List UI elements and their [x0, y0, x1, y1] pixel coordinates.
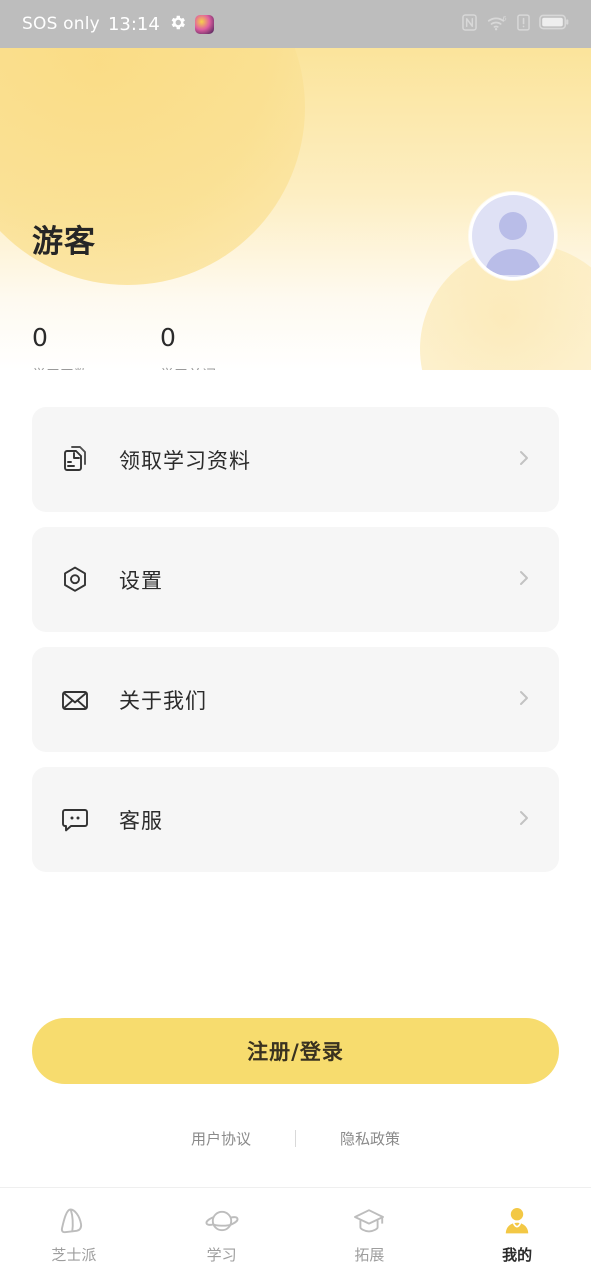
tab-mine[interactable]: 我的 [443, 1203, 591, 1265]
chevron-right-icon [514, 808, 534, 832]
tab-expand[interactable]: 拓展 [296, 1203, 444, 1265]
menu-item-label: 客服 [119, 808, 163, 833]
status-bar-right: 6 [462, 13, 569, 35]
user-agreement-link[interactable]: 用户协议 [191, 1128, 251, 1149]
avatar[interactable] [469, 192, 557, 280]
tab-label: 芝士派 [51, 1246, 97, 1264]
profile-screen: SOS only 13:14 6 游客 0 0 领取学习资料 设置 关于我们 客… [0, 0, 591, 1280]
person-icon [500, 1203, 534, 1237]
documents-icon [57, 442, 93, 478]
carrier-label: SOS only [22, 14, 100, 34]
gear-icon [168, 13, 187, 36]
stat-label: 学习单词 [160, 365, 288, 370]
menu-item-study-materials[interactable]: 领取学习资料 [32, 407, 559, 512]
bottom-navigation: 芝士派 学习 拓展 我的 [0, 1187, 591, 1280]
clock-label: 13:14 [107, 13, 160, 35]
menu-item-label: 领取学习资料 [119, 448, 251, 473]
stat-value: 0 [160, 323, 176, 352]
menu-item-label: 关于我们 [119, 688, 207, 713]
nfc-icon [462, 13, 477, 35]
stat-label: 学习天数 [32, 365, 160, 370]
envelope-icon [57, 682, 93, 718]
tab-label: 拓展 [354, 1246, 385, 1264]
graduation-cap-icon [352, 1203, 386, 1237]
wifi-6-icon: 6 [486, 14, 508, 35]
stat-value: 0 [32, 323, 48, 352]
menu-item-label: 设置 [119, 568, 163, 593]
svg-text:6: 6 [503, 14, 507, 22]
menu-item-settings[interactable]: 设置 [32, 527, 559, 632]
battery-icon [539, 14, 569, 34]
stat-study-words: 0 学习单词 [160, 322, 288, 370]
register-login-button[interactable]: 注册/登录 [32, 1018, 559, 1084]
legal-links: 用户协议 隐私政策 [0, 1128, 591, 1149]
chat-bubble-icon [57, 802, 93, 838]
settings-hexagon-icon [57, 562, 93, 598]
stats-row: 0 学习天数 0 学习单词 [32, 322, 288, 370]
cheese-wedge-icon [57, 1203, 91, 1237]
legal-divider [295, 1130, 296, 1147]
tab-label: 我的 [502, 1246, 533, 1264]
status-bar-left: SOS only 13:14 [22, 13, 214, 36]
menu-list: 领取学习资料 设置 关于我们 客服 [32, 407, 559, 887]
tab-study[interactable]: 学习 [148, 1203, 296, 1265]
avatar-person-icon [485, 212, 541, 275]
status-bar: SOS only 13:14 6 [0, 0, 591, 48]
stat-study-days: 0 学习天数 [32, 322, 160, 370]
app-badge-icon [194, 14, 214, 34]
menu-item-customer-service[interactable]: 客服 [32, 767, 559, 872]
chevron-right-icon [514, 688, 534, 712]
profile-header: 游客 0 学习天数 0 学习单词 [0, 48, 591, 370]
tab-cheese[interactable]: 芝士派 [0, 1203, 148, 1265]
tab-label: 学习 [206, 1246, 237, 1264]
chevron-right-icon [514, 568, 534, 592]
page-title: 游客 [32, 224, 96, 260]
chevron-right-icon [514, 448, 534, 472]
planet-icon [205, 1203, 239, 1237]
signal-alert-icon [517, 13, 530, 35]
privacy-policy-link[interactable]: 隐私政策 [340, 1128, 400, 1149]
menu-item-about-us[interactable]: 关于我们 [32, 647, 559, 752]
